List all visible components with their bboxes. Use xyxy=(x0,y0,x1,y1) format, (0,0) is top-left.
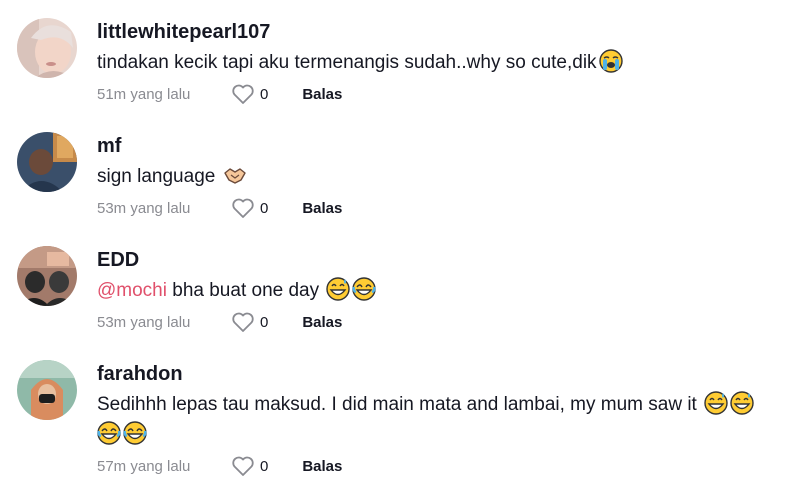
comment-meta: 51m yang lalu 0 Balas xyxy=(97,82,784,106)
comment-text: @mochi bha buat one day xyxy=(97,276,784,306)
comment-username[interactable]: farahdon xyxy=(97,362,784,386)
comment-time: 51m yang lalu xyxy=(97,85,191,103)
face-with-tears-of-joy-emoji-icon xyxy=(352,277,377,301)
comment-text: tindakan kecik tapi aku termenangis suda… xyxy=(97,48,784,78)
comment-meta: 57m yang lalu 0 Balas xyxy=(97,454,784,478)
face-with-tears-of-joy-emoji-icon xyxy=(123,421,147,445)
comment-text: Sedihhh lepas tau maksud. I did main mat… xyxy=(97,390,784,420)
comment-body: EDD @mochi bha buat one day 53m yang lal… xyxy=(97,246,784,334)
comment-body: mf sign language 53m yang lalu 0 Balas xyxy=(97,132,784,220)
comment-username[interactable]: littlewhitepearl107 xyxy=(97,20,784,44)
like-count: 0 xyxy=(260,85,269,103)
comment-meta: 53m yang lalu 0 Balas xyxy=(97,310,784,334)
avatar[interactable] xyxy=(17,360,77,420)
grinning-face-with-sweat-emoji-icon xyxy=(704,391,728,415)
comment-time: 57m yang lalu xyxy=(97,457,191,475)
like-count: 0 xyxy=(260,457,269,475)
comment-text-content: tindakan kecik tapi aku termenangis suda… xyxy=(97,52,597,73)
reply-button[interactable]: Balas xyxy=(302,86,342,103)
comment-time: 53m yang lalu xyxy=(97,313,191,331)
grinning-face-with-sweat-emoji-icon xyxy=(730,391,754,415)
heart-icon[interactable] xyxy=(231,197,255,219)
grinning-face-with-sweat-emoji-icon xyxy=(326,277,351,301)
loudly-crying-face-emoji-icon xyxy=(598,49,623,73)
comment-username[interactable]: EDD xyxy=(97,248,784,272)
comment-text-content: sign language xyxy=(97,166,216,187)
comment-body: farahdon Sedihhh lepas tau maksud. I did… xyxy=(97,360,784,478)
comment-username[interactable]: mf xyxy=(97,134,784,158)
mention-link[interactable]: @mochi xyxy=(97,280,167,301)
comment-list: littlewhitepearl107 tindakan kecik tapi … xyxy=(0,0,794,498)
reply-button[interactable]: Balas xyxy=(302,458,342,475)
heart-icon[interactable] xyxy=(231,83,255,105)
handshake-emoji-icon xyxy=(223,163,247,187)
like-button[interactable]: 0 xyxy=(231,311,268,333)
heart-icon[interactable] xyxy=(231,311,255,333)
comment-text: sign language xyxy=(97,162,784,192)
like-button[interactable]: 0 xyxy=(231,197,268,219)
like-count: 0 xyxy=(260,199,269,217)
comment-body: littlewhitepearl107 tindakan kecik tapi … xyxy=(97,18,784,106)
comment-text-content: bha buat one day xyxy=(166,280,320,301)
like-count: 0 xyxy=(260,313,269,331)
avatar[interactable] xyxy=(17,132,77,192)
reply-button[interactable]: Balas xyxy=(302,200,342,217)
comment-time: 53m yang lalu xyxy=(97,199,191,217)
comment-text-content: Sedihhh lepas tau maksud. I did main mat… xyxy=(97,394,697,415)
avatar[interactable] xyxy=(17,246,77,306)
face-with-tears-of-joy-emoji-icon xyxy=(97,421,121,445)
heart-icon[interactable] xyxy=(231,455,255,477)
like-button[interactable]: 0 xyxy=(231,83,268,105)
comment-text-continued xyxy=(97,420,784,450)
comment-meta: 53m yang lalu 0 Balas xyxy=(97,196,784,220)
like-button[interactable]: 0 xyxy=(231,455,268,477)
reply-button[interactable]: Balas xyxy=(302,314,342,331)
avatar[interactable] xyxy=(17,18,77,78)
